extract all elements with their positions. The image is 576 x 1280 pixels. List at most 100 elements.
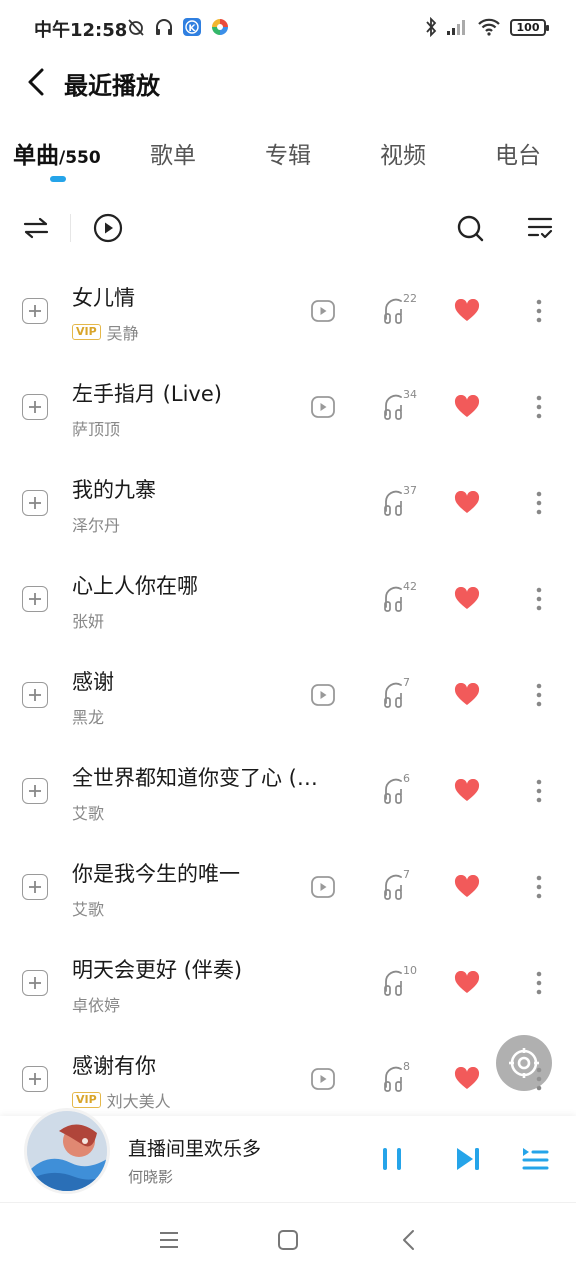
mv-button[interactable] <box>310 1067 336 1091</box>
album-art[interactable] <box>24 1108 110 1194</box>
more-options-button[interactable] <box>528 872 550 902</box>
more-vertical-icon <box>536 299 542 323</box>
favorite-button[interactable] <box>454 874 482 899</box>
add-to-playlist-button[interactable] <box>22 394 48 420</box>
plus-square-icon <box>29 881 41 893</box>
tab-songs-count: /550 <box>59 148 101 168</box>
quality-count: 7 <box>403 868 410 881</box>
song-row[interactable]: 左手指月 (Live) 萨顶顶 34 <box>0 358 576 454</box>
mv-button[interactable] <box>310 683 336 707</box>
vip-badge: VIP <box>72 1092 101 1108</box>
song-row[interactable]: 感谢有你 VIP 刘大美人 8 <box>0 1030 576 1116</box>
song-artist: 吴静 <box>106 324 139 343</box>
manage-list-button[interactable] <box>522 210 558 246</box>
heart-icon <box>454 970 480 993</box>
play-all-button[interactable] <box>90 210 126 246</box>
more-vertical-icon <box>536 395 542 419</box>
mv-button[interactable] <box>310 875 336 899</box>
song-row[interactable]: 感谢 黑龙 7 <box>0 646 576 742</box>
more-options-button[interactable] <box>528 296 550 326</box>
song-subtitle: 卓依婷 <box>72 992 120 1016</box>
song-row[interactable]: 心上人你在哪 张妍 42 <box>0 550 576 646</box>
add-to-playlist-button[interactable] <box>22 586 48 612</box>
playlist-icon <box>522 1148 549 1170</box>
sound-quality-indicator: 22 <box>383 292 423 327</box>
mv-button[interactable] <box>310 395 336 419</box>
favorite-button[interactable] <box>454 586 482 611</box>
song-row[interactable]: 女儿情 VIP 吴静 22 <box>0 262 576 358</box>
list-toolbar <box>0 204 576 252</box>
favorite-button[interactable] <box>454 298 482 323</box>
song-row[interactable]: 我的九寨 泽尔丹 37 <box>0 454 576 550</box>
pause-button[interactable] <box>375 1142 409 1176</box>
song-row[interactable]: 明天会更好 (伴奏) 卓依婷 10 <box>0 934 576 1030</box>
favorite-button[interactable] <box>454 490 482 515</box>
back-button[interactable] <box>16 62 56 102</box>
more-options-button[interactable] <box>528 584 550 614</box>
more-options-button[interactable] <box>528 488 550 518</box>
more-vertical-icon <box>536 971 542 995</box>
add-to-playlist-button[interactable] <box>22 682 48 708</box>
tab-radio[interactable]: 电台 <box>495 136 541 170</box>
headset-icon <box>156 19 172 35</box>
play-circle-icon <box>93 213 123 243</box>
play-order-button[interactable] <box>18 210 54 246</box>
status-notification-icons: K <box>126 17 230 37</box>
video-icon <box>311 684 335 706</box>
quality-count: 37 <box>403 484 417 497</box>
next-button[interactable] <box>451 1142 485 1176</box>
add-to-playlist-button[interactable] <box>22 490 48 516</box>
tab-albums[interactable]: 专辑 <box>265 136 311 170</box>
add-to-playlist-button[interactable] <box>22 1066 48 1092</box>
add-to-playlist-button[interactable] <box>22 778 48 804</box>
add-to-playlist-button[interactable] <box>22 970 48 996</box>
song-artist: 卓依婷 <box>72 996 121 1015</box>
plus-square-icon <box>29 401 41 413</box>
tab-playlists[interactable]: 歌单 <box>150 136 196 170</box>
song-row[interactable]: 全世界都知道你变了心 (… 艾歌 6 <box>0 742 576 838</box>
quality-count: 22 <box>403 292 417 305</box>
song-artist: 黑龙 <box>72 708 105 727</box>
nav-back-button[interactable] <box>394 1225 424 1255</box>
add-to-playlist-button[interactable] <box>22 298 48 324</box>
add-to-playlist-button[interactable] <box>22 874 48 900</box>
playlist-button[interactable] <box>518 1142 552 1176</box>
song-subtitle: 艾歌 <box>72 896 104 920</box>
sound-quality-indicator: 42 <box>383 580 423 615</box>
wifi-icon <box>478 18 500 36</box>
song-row[interactable]: 你是我今生的唯一 艾歌 7 <box>0 838 576 934</box>
toolbar-divider <box>70 214 71 242</box>
status-system-icons: 100 <box>425 17 549 37</box>
nav-back-icon <box>403 1230 414 1250</box>
more-options-button[interactable] <box>528 968 550 998</box>
tab-songs[interactable]: 单曲/550 <box>13 136 101 170</box>
heart-icon <box>454 490 480 513</box>
mv-button[interactable] <box>310 299 336 323</box>
nav-home-button[interactable] <box>273 1225 303 1255</box>
song-artist: 泽尔丹 <box>72 516 121 535</box>
song-title: 我的九寨 <box>72 478 156 502</box>
mini-player[interactable]: 直播间里欢乐多 何晓影 <box>0 1108 576 1202</box>
favorite-button[interactable] <box>454 682 482 707</box>
plus-square-icon <box>29 785 41 797</box>
floating-recognize-button[interactable] <box>496 1035 552 1091</box>
more-options-button[interactable] <box>528 680 550 710</box>
favorite-button[interactable] <box>454 1066 482 1091</box>
more-options-button[interactable] <box>528 392 550 422</box>
favorite-button[interactable] <box>454 778 482 803</box>
favorite-button[interactable] <box>454 394 482 419</box>
menu-icon <box>160 1232 178 1248</box>
quality-count: 42 <box>403 580 417 593</box>
sound-quality-indicator: 34 <box>383 388 423 423</box>
tab-videos[interactable]: 视频 <box>380 136 426 170</box>
song-artist: 艾歌 <box>72 900 105 919</box>
plus-square-icon <box>29 689 41 701</box>
more-options-button[interactable] <box>528 776 550 806</box>
search-button[interactable] <box>452 210 488 246</box>
back-arrow-icon <box>28 68 44 96</box>
favorite-button[interactable] <box>454 970 482 995</box>
sound-quality-indicator: 6 <box>383 772 423 807</box>
signal-icon <box>447 20 465 35</box>
home-square-icon <box>278 1230 298 1250</box>
nav-menu-button[interactable] <box>154 1225 184 1255</box>
